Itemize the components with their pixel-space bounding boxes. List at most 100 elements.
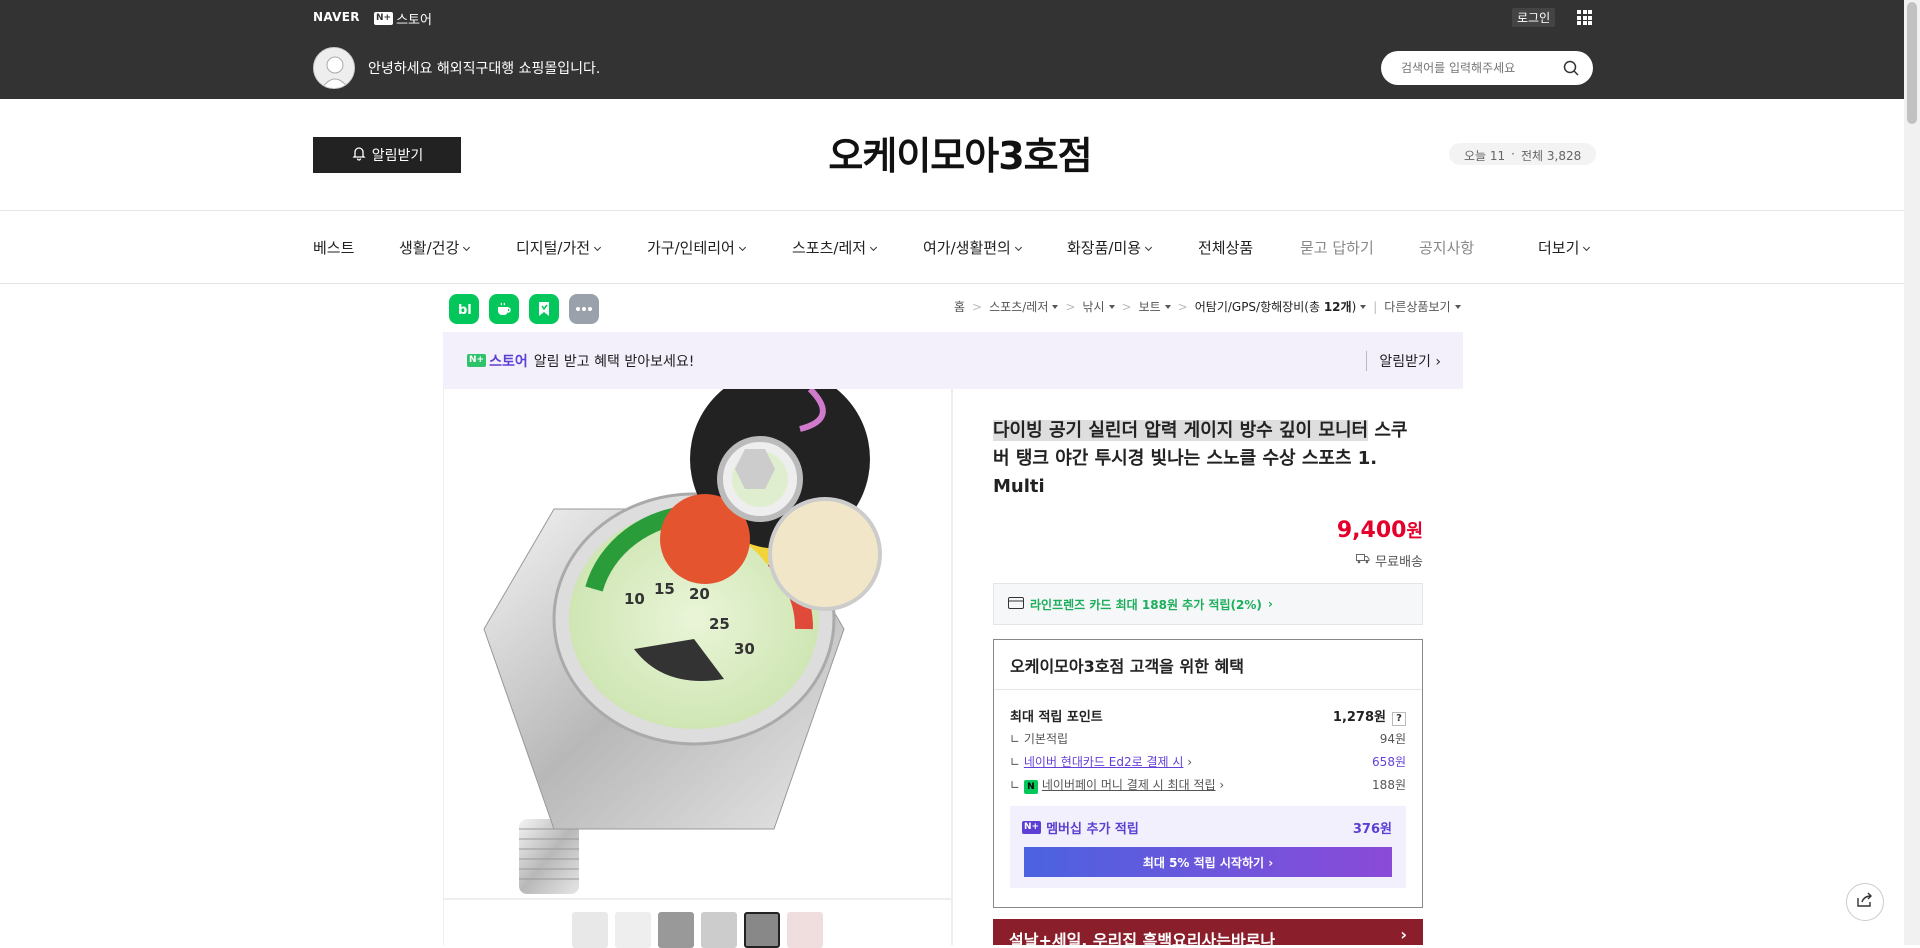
dot-separator: · xyxy=(1511,147,1515,161)
naver-store-label: 스토어 xyxy=(396,13,432,28)
nav-item-more[interactable]: 더보기 xyxy=(1538,237,1591,257)
thumbnail-4[interactable] xyxy=(701,912,737,948)
login-button[interactable]: 로그인 xyxy=(1512,8,1556,27)
truck-icon xyxy=(1356,553,1370,568)
store-avatar[interactable] xyxy=(313,47,355,89)
nplus-badge: N+ xyxy=(467,354,487,367)
thumbnail-3[interactable] xyxy=(658,912,694,948)
svg-text:10: 10 xyxy=(624,590,645,608)
chevron-down-icon xyxy=(594,243,602,252)
blog-share-icon[interactable]: bl xyxy=(449,294,479,324)
breadcrumb-other-products[interactable]: 다른상품보기 xyxy=(1384,298,1460,315)
apps-grid-icon[interactable] xyxy=(1577,10,1592,25)
nstore-logo: N+ 스토어 xyxy=(467,351,528,371)
visits-today: 오늘 11 xyxy=(1464,149,1506,163)
card-benefit-row[interactable]: 라인프렌즈 카드 최대 188원 추가 적립(2%) › xyxy=(993,583,1423,625)
breadcrumb-home[interactable]: 홈 xyxy=(954,298,965,315)
naver-store-link[interactable]: N+ 스토어 xyxy=(374,9,432,28)
card-benefit-text: 라인프렌즈 카드 최대 188원 추가 적립(2%) xyxy=(1030,597,1262,612)
breadcrumb-sports[interactable]: 스포츠/레저 xyxy=(989,298,1058,315)
breadcrumb: 홈 > 스포츠/레저 > 낚시 > 보트 > 어탐기/GPS/항해장비(총 12… xyxy=(954,298,1461,315)
thumbnail-1[interactable] xyxy=(572,912,608,948)
nstore-label: 스토어 xyxy=(489,353,528,370)
breadcrumb-boat[interactable]: 보트 xyxy=(1139,298,1171,315)
naver-logo[interactable]: NAVER xyxy=(313,10,360,24)
membership-points: 376원 xyxy=(1352,822,1392,837)
basic-points-row: ∟ 기본적립 94원 xyxy=(1010,732,1406,746)
search-icon[interactable] xyxy=(1563,60,1579,80)
shipping-info: 무료배송 xyxy=(1356,551,1423,570)
nav-divider-top xyxy=(0,210,1904,211)
share-button[interactable] xyxy=(1846,883,1884,921)
nav-item-all[interactable]: 전체상품 xyxy=(1198,237,1253,257)
product-price: 9,400원 xyxy=(1336,518,1423,543)
chevron-down-icon xyxy=(870,243,878,252)
search-box xyxy=(1381,51,1593,85)
nav-item-sports[interactable]: 스포츠/레저 xyxy=(792,237,878,257)
thumbnail-strip xyxy=(443,899,952,948)
nav-item-digital[interactable]: 디지털/가전 xyxy=(516,237,602,257)
visitor-count: 오늘 11 · 전체 3,828 xyxy=(1449,143,1597,165)
nav-item-living[interactable]: 생활/건강 xyxy=(399,237,471,257)
benefit-header: 오케이모아3호점 고객을 위한 혜택 xyxy=(994,640,1422,690)
breadcrumb-separator: > xyxy=(972,299,983,314)
scrollbar-thumb[interactable] xyxy=(1907,2,1917,124)
chevron-down-icon xyxy=(738,243,746,252)
top-bar: NAVER N+ 스토어 로그인 안녕하세요 해외직구대행 쇼핑몰입니다. xyxy=(0,0,1920,99)
help-icon[interactable]: ? xyxy=(1392,712,1406,726)
search-input[interactable] xyxy=(1401,51,1561,85)
chevron-down-icon xyxy=(1145,243,1153,252)
membership-start-button[interactable]: 최대 5% 적립 시작하기 › xyxy=(1024,847,1392,877)
max-points-row: 최대 적립 포인트 1,278원? xyxy=(1010,706,1406,726)
bookmark-share-icon[interactable] xyxy=(529,294,559,324)
breadcrumb-fishing[interactable]: 낚시 xyxy=(1082,298,1114,315)
nav-item-beauty[interactable]: 화장품/미용 xyxy=(1067,237,1153,257)
cafe-share-icon[interactable] xyxy=(489,294,519,324)
customer-benefit-box: 오케이모아3호점 고객을 위한 혜택 최대 적립 포인트 1,278원? ∟ 기… xyxy=(993,639,1423,908)
product-main-image[interactable]: 10 15 20 25 30 xyxy=(443,389,952,899)
nplus-badge: N+ xyxy=(1022,821,1042,834)
chevron-right-icon: › xyxy=(1267,597,1273,611)
thumbnail-6[interactable] xyxy=(787,912,823,948)
credit-card-icon xyxy=(1008,596,1024,612)
page-scrollbar[interactable] xyxy=(1904,0,1920,945)
store-title[interactable]: 오케이모아3호점 xyxy=(0,125,1920,180)
naver-pay-icon: N xyxy=(1023,780,1038,794)
breadcrumb-current[interactable]: 어탐기/GPS/항해장비(총 12개) xyxy=(1195,298,1367,315)
nplus-badge: N+ xyxy=(374,12,394,25)
membership-box: N+ 멤버십 추가 적립 376원 최대 5% 적립 시작하기 › xyxy=(1010,806,1406,888)
promo-message: 알림 받고 혜택 받아보세요! xyxy=(533,353,695,370)
visits-total: 전체 3,828 xyxy=(1521,149,1582,163)
thumbnail-2[interactable] xyxy=(615,912,651,948)
svg-text:20: 20 xyxy=(689,585,710,603)
nav-item-qna[interactable]: 묻고 답하기 xyxy=(1300,237,1374,257)
hyundai-card-link[interactable]: 네이버 현대카드 Ed2로 결제 시 xyxy=(1024,755,1184,769)
svg-text:bl: bl xyxy=(458,303,472,318)
promo-notify-link[interactable]: 알림받기 › xyxy=(1366,351,1441,371)
hyundai-card-row: ∟ 네이버 현대카드 Ed2로 결제 시 › 658원 xyxy=(1010,755,1406,769)
nav-item-best[interactable]: 베스트 xyxy=(313,237,354,257)
breadcrumb-separator: > xyxy=(1065,299,1076,314)
npay-row: ∟ N 네이버페이 머니 결제 시 최대 적립 › 188원 xyxy=(1010,778,1406,794)
breadcrumb-separator: > xyxy=(1121,299,1132,314)
nav-divider-bottom xyxy=(0,283,1904,284)
svg-text:15: 15 xyxy=(654,580,675,598)
product-title: 다이빙 공기 실린더 압력 게이지 방수 깊이 모니터 스쿠버 탱크 야간 투시… xyxy=(993,420,1408,497)
npay-link[interactable]: 네이버페이 머니 결제 시 최대 적립 xyxy=(1042,778,1216,792)
svg-text:30: 30 xyxy=(734,640,755,658)
event-banner[interactable]: 설날+세일, 우리집 흑백요리사는바로나 › xyxy=(993,919,1423,945)
store-greeting: 안녕하세요 해외직구대행 쇼핑몰입니다. xyxy=(368,61,601,77)
breadcrumb-separator: > xyxy=(1177,299,1188,314)
share-icon xyxy=(1856,892,1874,912)
breadcrumb-separator: | xyxy=(1373,299,1378,314)
nav-item-furniture[interactable]: 가구/인테리어 xyxy=(647,237,746,257)
thumbnail-5-selected[interactable] xyxy=(744,912,780,948)
product-divider xyxy=(952,389,953,945)
nav-item-notice[interactable]: 공지사항 xyxy=(1419,237,1474,257)
more-share-icon[interactable] xyxy=(569,294,599,324)
membership-label: N+ 멤버십 추가 적립 xyxy=(1022,821,1139,837)
chevron-down-icon xyxy=(463,243,471,252)
chevron-down-icon xyxy=(1014,243,1022,252)
nav-item-leisure[interactable]: 여가/생활편의 xyxy=(923,237,1022,257)
chevron-down-icon xyxy=(1583,243,1591,252)
